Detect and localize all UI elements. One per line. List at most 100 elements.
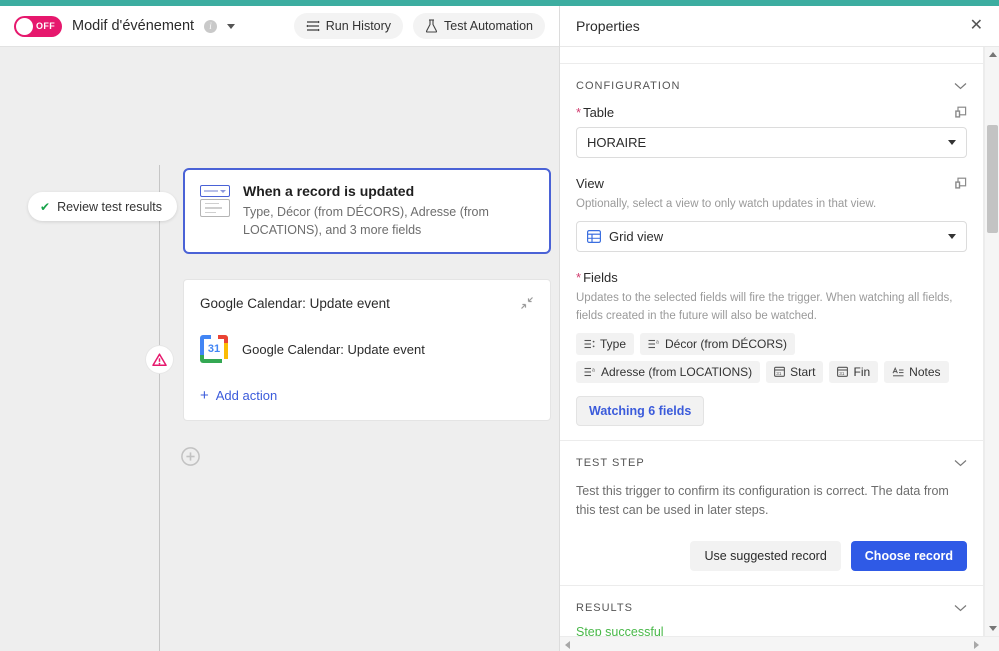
- properties-top-strip: [560, 47, 983, 64]
- lookup-icon: a: [648, 339, 659, 348]
- flow-rail: [159, 165, 160, 651]
- scroll-right-arrow[interactable]: [969, 637, 984, 651]
- table-select[interactable]: HORAIRE: [576, 127, 967, 158]
- svg-text:31: 31: [776, 371, 782, 376]
- fields-field-label: * Fields: [576, 270, 967, 285]
- action-card-header: Google Calendar: Update event: [200, 296, 534, 311]
- svg-text:a: a: [656, 339, 659, 345]
- svg-text:31: 31: [840, 371, 846, 376]
- test-automation-button[interactable]: Test Automation: [413, 13, 545, 39]
- results-section: RESULTS Step successful: [560, 586, 983, 637]
- view-select-value: Grid view: [609, 229, 664, 245]
- field-chip[interactable]: a Décor (from DÉCORS): [640, 332, 796, 355]
- title-chevron-down-icon[interactable]: [227, 23, 236, 29]
- properties-horizontal-scrollbar[interactable]: [560, 636, 999, 651]
- field-chip-label: Adresse (from LOCATIONS): [601, 364, 753, 379]
- field-chip[interactable]: Type: [576, 332, 635, 355]
- action-warning-badge[interactable]: [146, 346, 173, 373]
- results-chevron-down-icon[interactable]: [954, 604, 967, 612]
- plus-icon: +: [200, 387, 209, 404]
- table-expand-field-icon[interactable]: [954, 106, 967, 119]
- table-label-text: Table: [583, 105, 615, 120]
- choose-record-button[interactable]: Choose record: [850, 540, 967, 571]
- flow-canvas: TRIGGER ACTIONS CONDITIONAL ACTIONS ✔ Re…: [0, 47, 559, 651]
- trigger-card[interactable]: When a record is updated Type, Décor (fr…: [183, 168, 551, 255]
- trigger-card-title: When a record is updated: [243, 183, 415, 199]
- run-history-label: Run History: [325, 19, 392, 33]
- field-chip-label: Notes: [909, 364, 941, 379]
- toggle-knob: [16, 17, 33, 35]
- use-suggested-record-button[interactable]: Use suggested record: [690, 540, 841, 571]
- view-expand-field-icon[interactable]: [954, 177, 967, 190]
- scroll-left-arrow[interactable]: [560, 637, 575, 651]
- google-calendar-day-label: 31: [207, 343, 221, 355]
- fields-help: Updates to the selected fields will fire…: [576, 292, 953, 322]
- watched-fields-chip-list: Type a Décor (from DÉCORS) a Adresse (fr…: [576, 332, 967, 383]
- warning-triangle-icon: [152, 352, 167, 366]
- results-heading: RESULTS: [576, 601, 633, 614]
- record-updated-icon: [200, 185, 230, 217]
- vertical-scroll-thumb[interactable]: [987, 125, 998, 233]
- watching-fields-button[interactable]: Watching 6 fields: [576, 395, 705, 426]
- trigger-card-text: When a record is updated Type, Décor (fr…: [243, 183, 534, 239]
- view-field-label: View: [576, 176, 604, 191]
- test-step-chevron-down-icon[interactable]: [954, 459, 967, 467]
- flow-toolbar: OFF Modif d'événement i Run History Test…: [0, 6, 559, 47]
- field-chip[interactable]: 31 Fin: [829, 360, 879, 383]
- check-icon: ✔: [40, 199, 51, 214]
- add-conditional-action-button[interactable]: [181, 447, 200, 466]
- properties-scroll-wrapper: CONFIGURATION * Table HORAIRE View Optio…: [560, 47, 999, 636]
- scroll-up-arrow[interactable]: [985, 47, 999, 62]
- field-chip-label: Fin: [853, 364, 871, 379]
- table-chevron-down-icon: [948, 140, 956, 145]
- review-test-results-button[interactable]: ✔ Review test results: [28, 192, 177, 221]
- scroll-down-arrow[interactable]: [985, 621, 999, 636]
- properties-vertical-scrollbar[interactable]: [984, 47, 999, 636]
- add-action-label: Add action: [215, 388, 278, 403]
- lookup-icon: a: [584, 367, 595, 376]
- properties-pane: Properties ✕ CONFIGURATION * Table HORAI…: [560, 6, 999, 651]
- field-chip[interactable]: a Adresse (from LOCATIONS): [576, 360, 761, 383]
- view-field-label-row: View: [576, 176, 967, 191]
- svg-text:a: a: [592, 367, 595, 373]
- action-step-row[interactable]: 31 Google Calendar: Update event: [200, 335, 534, 363]
- automation-toggle[interactable]: OFF: [14, 15, 62, 37]
- properties-header: Properties ✕: [560, 6, 999, 47]
- table-field-label: * Table: [576, 105, 954, 120]
- configuration-header: CONFIGURATION: [576, 80, 967, 92]
- google-calendar-icon: 31: [200, 335, 228, 363]
- list-filter-icon: [306, 20, 320, 32]
- field-chip-label: Décor (from DÉCORS): [665, 336, 788, 351]
- run-history-button[interactable]: Run History: [293, 13, 404, 39]
- main-body: OFF Modif d'événement i Run History Test…: [0, 6, 999, 651]
- grid-view-icon: [587, 230, 601, 244]
- properties-content: CONFIGURATION * Table HORAIRE View Optio…: [560, 47, 984, 636]
- info-icon[interactable]: i: [204, 19, 218, 33]
- field-chip[interactable]: Notes: [884, 360, 949, 383]
- table-select-value: HORAIRE: [587, 135, 647, 150]
- test-step-button-row: Use suggested record Choose record: [576, 540, 967, 571]
- test-step-heading: TEST STEP: [576, 456, 645, 469]
- date-icon: 31: [774, 366, 786, 378]
- test-step-header: TEST STEP: [576, 457, 967, 469]
- configuration-chevron-down-icon[interactable]: [954, 82, 967, 90]
- trigger-card-subtitle: Type, Décor (from DÉCORS), Adresse (from…: [243, 205, 489, 238]
- close-icon[interactable]: ✕: [970, 18, 983, 34]
- field-chip[interactable]: 31 Start: [766, 360, 824, 383]
- collapse-diagonal-icon[interactable]: [520, 296, 534, 310]
- action-step-label: Google Calendar: Update event: [242, 341, 425, 357]
- fields-label-text: Fields: [583, 270, 618, 286]
- view-field-help: Optionally, select a view to only watch …: [576, 198, 877, 210]
- add-action-button[interactable]: + Add action: [200, 388, 534, 403]
- scrollbar-corner: [984, 637, 999, 651]
- configuration-section: CONFIGURATION * Table HORAIRE View Optio…: [560, 64, 983, 441]
- field-chip-label: Start: [790, 364, 816, 379]
- view-select[interactable]: Grid view: [576, 221, 967, 253]
- date-icon: 31: [837, 366, 849, 378]
- table-required-marker: *: [576, 105, 582, 120]
- action-card: Google Calendar: Update event 31 Google …: [183, 279, 551, 421]
- field-chip-label: Type: [600, 336, 627, 351]
- results-status-text: Step successful: [576, 624, 664, 637]
- action-card-title: Google Calendar: Update event: [200, 296, 390, 311]
- test-automation-label: Test Automation: [444, 19, 533, 33]
